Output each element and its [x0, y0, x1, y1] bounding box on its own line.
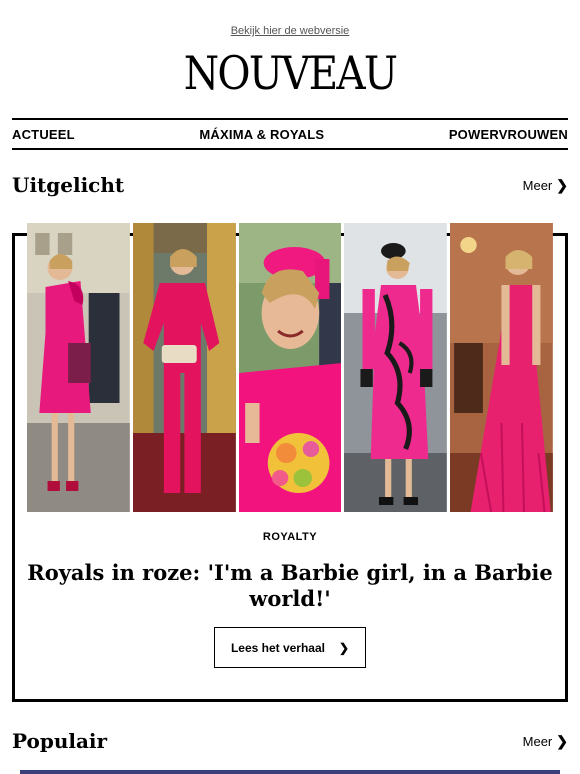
nav-item-maxima-royals[interactable]: MÁXIMA & ROYALS [199, 127, 324, 142]
next-article-image-edge [20, 770, 560, 774]
nav-item-actueel[interactable]: ACTUEEL [12, 127, 75, 142]
popular-title: Populair [12, 729, 108, 753]
chevron-right-icon: ❯ [556, 176, 568, 193]
photo-pink-embroidered-dress [344, 223, 448, 512]
featured-header: Uitgelicht Meer ❯ [12, 173, 568, 197]
nav-bottom-divider [12, 148, 568, 150]
photo-pink-pantsuit [132, 223, 236, 512]
brand-logo[interactable]: NOUVEAU [35, 44, 545, 102]
article-headline[interactable]: Royals in roze: 'I'm a Barbie girl, in a… [20, 560, 560, 612]
popular-header: Populair Meer ❯ [12, 729, 568, 753]
more-label: Meer [522, 733, 553, 749]
main-nav: ACTUEEL MÁXIMA & ROYALS POWERVROUWEN [12, 119, 568, 149]
read-story-button[interactable]: Lees het verhaal ❯ [214, 627, 366, 668]
photo-one-shoulder-pink-dress [27, 223, 130, 512]
read-story-label: Lees het verhaal [230, 640, 325, 655]
featured-title: Uitgelicht [12, 173, 125, 197]
webversion-link[interactable]: Bekijk hier de webversie [0, 25, 580, 37]
popular-more-link[interactable]: Meer ❯ [523, 733, 568, 750]
featured-more-link[interactable]: Meer ❯ [523, 177, 568, 194]
photo-pink-hat-closeup [238, 223, 342, 512]
chevron-right-icon: ❯ [339, 640, 350, 655]
chevron-right-icon: ❯ [556, 732, 568, 749]
article-category: ROYALTY [262, 531, 318, 543]
more-label: Meer [522, 177, 553, 193]
nav-item-powervrouwen[interactable]: POWERVROUWEN [449, 127, 568, 142]
photo-pink-gown [450, 223, 553, 512]
featured-photo-collage[interactable] [27, 223, 553, 512]
